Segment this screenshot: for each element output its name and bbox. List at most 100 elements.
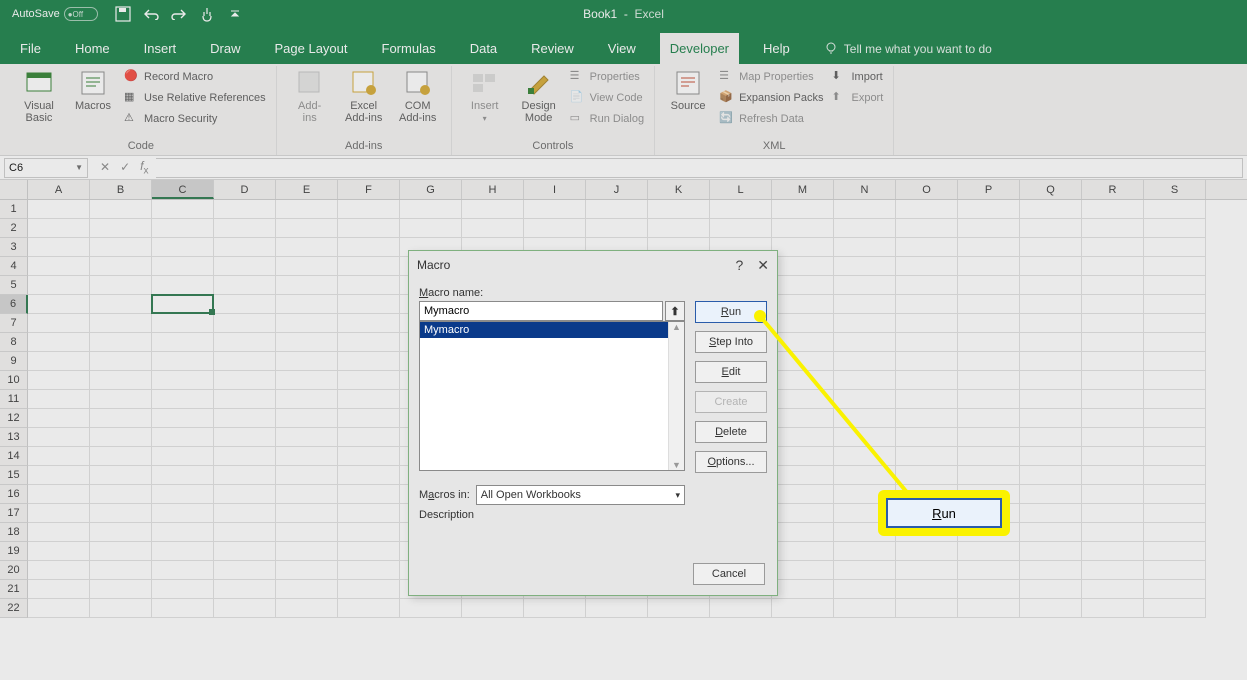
row-header[interactable]: 11 <box>0 390 28 409</box>
cell[interactable] <box>152 504 214 523</box>
cell[interactable] <box>276 314 338 333</box>
cell[interactable] <box>896 371 958 390</box>
cell[interactable] <box>338 409 400 428</box>
cell[interactable] <box>90 447 152 466</box>
cell[interactable] <box>958 219 1020 238</box>
cell[interactable] <box>1020 390 1082 409</box>
row-header[interactable]: 9 <box>0 352 28 371</box>
cell[interactable] <box>772 504 834 523</box>
cell[interactable] <box>1020 371 1082 390</box>
tab-file[interactable]: File <box>10 33 51 64</box>
cell[interactable] <box>648 219 710 238</box>
cell[interactable] <box>338 447 400 466</box>
cell[interactable] <box>1082 504 1144 523</box>
cell[interactable] <box>338 561 400 580</box>
cell[interactable] <box>338 257 400 276</box>
cell[interactable] <box>834 371 896 390</box>
column-header[interactable]: L <box>710 180 772 199</box>
cell[interactable] <box>338 352 400 371</box>
tab-developer[interactable]: Developer <box>660 33 739 64</box>
cell[interactable] <box>276 200 338 219</box>
cell[interactable] <box>834 276 896 295</box>
cell[interactable] <box>772 580 834 599</box>
cell[interactable] <box>28 542 90 561</box>
cell[interactable] <box>1082 371 1144 390</box>
cell[interactable] <box>1020 599 1082 618</box>
column-header[interactable]: M <box>772 180 834 199</box>
row-header[interactable]: 4 <box>0 257 28 276</box>
cell[interactable] <box>896 314 958 333</box>
cell[interactable] <box>896 352 958 371</box>
cell[interactable] <box>90 390 152 409</box>
tab-page-layout[interactable]: Page Layout <box>265 33 358 64</box>
cell[interactable] <box>772 485 834 504</box>
cell[interactable] <box>1144 238 1206 257</box>
cell[interactable] <box>276 295 338 314</box>
cell[interactable] <box>90 219 152 238</box>
cell[interactable] <box>834 257 896 276</box>
formula-input[interactable] <box>156 158 1243 178</box>
cell[interactable] <box>772 257 834 276</box>
row-header[interactable]: 5 <box>0 276 28 295</box>
cell[interactable] <box>834 352 896 371</box>
column-header[interactable]: C <box>152 180 214 199</box>
cell[interactable] <box>338 333 400 352</box>
cell[interactable] <box>214 390 276 409</box>
cell[interactable] <box>958 352 1020 371</box>
cell[interactable] <box>896 200 958 219</box>
cell[interactable] <box>710 219 772 238</box>
save-button[interactable] <box>114 5 132 23</box>
cell[interactable] <box>1020 238 1082 257</box>
cell[interactable] <box>28 371 90 390</box>
cell[interactable] <box>338 390 400 409</box>
row-header[interactable]: 17 <box>0 504 28 523</box>
cell[interactable] <box>1082 542 1144 561</box>
cell[interactable] <box>772 390 834 409</box>
column-header[interactable]: A <box>28 180 90 199</box>
cell[interactable] <box>524 219 586 238</box>
macro-listbox[interactable]: Mymacro ▲▼ <box>419 321 685 471</box>
cell[interactable] <box>1144 523 1206 542</box>
cell[interactable] <box>214 523 276 542</box>
cell[interactable] <box>338 219 400 238</box>
cell[interactable] <box>152 257 214 276</box>
cell[interactable] <box>1082 257 1144 276</box>
cell[interactable] <box>1020 428 1082 447</box>
cell[interactable] <box>772 523 834 542</box>
view-code-button[interactable]: 📄View Code <box>568 89 646 107</box>
cell[interactable] <box>1020 466 1082 485</box>
cell[interactable] <box>152 485 214 504</box>
cell[interactable] <box>152 599 214 618</box>
cell[interactable] <box>338 276 400 295</box>
cell[interactable] <box>958 276 1020 295</box>
cell[interactable] <box>28 276 90 295</box>
redo-button[interactable] <box>170 5 188 23</box>
run-button[interactable]: Run <box>695 301 767 323</box>
cell[interactable] <box>958 314 1020 333</box>
cell[interactable] <box>772 200 834 219</box>
cell[interactable] <box>276 371 338 390</box>
cell[interactable] <box>834 238 896 257</box>
design-mode-button[interactable]: Design Mode <box>514 68 564 124</box>
cell[interactable] <box>648 200 710 219</box>
addins-button[interactable]: Add- ins <box>285 68 335 124</box>
cell[interactable] <box>1020 219 1082 238</box>
column-header[interactable]: Q <box>1020 180 1082 199</box>
row-header[interactable]: 15 <box>0 466 28 485</box>
row-header[interactable]: 13 <box>0 428 28 447</box>
cell[interactable] <box>1020 257 1082 276</box>
cell[interactable] <box>90 466 152 485</box>
cell[interactable] <box>276 542 338 561</box>
cell[interactable] <box>28 295 90 314</box>
cell[interactable] <box>214 257 276 276</box>
cell[interactable] <box>338 200 400 219</box>
row-header[interactable]: 12 <box>0 409 28 428</box>
cell[interactable] <box>958 466 1020 485</box>
cell[interactable] <box>1144 580 1206 599</box>
cell[interactable] <box>214 447 276 466</box>
cell[interactable] <box>28 352 90 371</box>
tab-help[interactable]: Help <box>753 33 800 64</box>
row-header[interactable]: 3 <box>0 238 28 257</box>
cell[interactable] <box>90 485 152 504</box>
cell[interactable] <box>710 599 772 618</box>
